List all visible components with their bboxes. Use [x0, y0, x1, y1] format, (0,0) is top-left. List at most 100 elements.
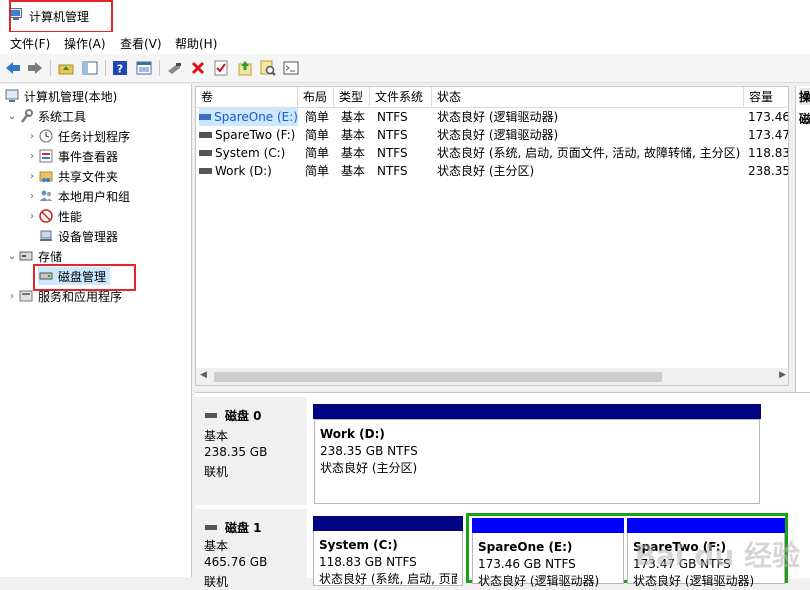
table-row[interactable]: Work (D:) 简单 基本 NTFS 状态良好 (主分区) 238.35	[196, 162, 788, 180]
disk-0-info[interactable]: 磁盘 0 基本 238.35 GB 联机	[195, 397, 307, 505]
volume-status: 状态良好 (主分区)	[320, 461, 418, 475]
up-folder-icon[interactable]	[57, 59, 75, 77]
volume-block-e[interactable]: SpareOne (E:) 173.46 GB NTFS 状态良好 (逻辑驱动器…	[472, 518, 624, 588]
volume-status: 状态良好 (逻辑驱动器)	[478, 574, 600, 588]
type-cell: 基本	[341, 110, 366, 124]
primary-partition-bar	[313, 404, 761, 419]
volume-status: 状态良好 (逻辑驱动器)	[633, 574, 755, 588]
help-icon[interactable]: ?	[111, 59, 129, 77]
connect-icon[interactable]	[165, 59, 183, 77]
tree-label: 系统工具	[38, 109, 87, 124]
scroll-right-icon[interactable]: ▶	[779, 370, 786, 380]
computer-management-icon	[4, 88, 20, 104]
tree-item-disk-management[interactable]: 磁盘管理	[38, 267, 111, 285]
menu-view[interactable]: 查看(V)	[120, 35, 162, 52]
volume-size: 173.46 GB NTFS	[478, 557, 576, 571]
chevron-right-icon[interactable]: ›	[26, 191, 38, 202]
disk-size: 238.35 GB	[204, 445, 268, 459]
volume-block-c[interactable]: System (C:) 118.83 GB NTFS 状态良好 (系统, 启动,…	[313, 516, 463, 586]
table-row[interactable]: SpareTwo (F:) 简单 基本 NTFS 状态良好 (逻辑驱动器) 17…	[196, 126, 788, 144]
menu-action[interactable]: 操作(A)	[64, 35, 106, 52]
menu-help[interactable]: 帮助(H)	[175, 35, 217, 52]
tree-label: 服务和应用程序	[38, 289, 123, 304]
disk-type: 基本	[204, 429, 229, 443]
chevron-right-icon[interactable]: ›	[26, 171, 38, 182]
disk-size: 465.76 GB	[204, 555, 268, 569]
logical-drive-bar	[472, 518, 624, 533]
column-capacity[interactable]: 容量	[744, 87, 788, 107]
tree-item-root[interactable]: 计算机管理(本地)	[4, 87, 117, 105]
tree-label: 共享文件夹	[58, 169, 119, 184]
layout-cell: 简单	[305, 110, 330, 124]
disk-1-info[interactable]: 磁盘 1 基本 465.76 GB 联机	[195, 509, 307, 589]
users-icon	[38, 188, 54, 204]
volume-name: Work (D:)	[320, 427, 385, 441]
tree-label: 事件查看器	[58, 149, 119, 164]
volume-body: System (C:) 118.83 GB NTFS 状态良好 (系统, 启动,…	[313, 531, 463, 586]
primary-partition-bar	[313, 516, 463, 531]
tree-item-performance[interactable]: › 性能	[26, 207, 82, 225]
disk-name: 磁盘 0	[225, 409, 262, 423]
tree-label: 磁盘管理	[58, 269, 107, 284]
table-row[interactable]: System (C:) 简单 基本 NTFS 状态良好 (系统, 启动, 页面文…	[196, 144, 788, 162]
type-cell: 基本	[341, 164, 366, 178]
filesystem-cell: NTFS	[377, 110, 408, 124]
event-viewer-icon	[38, 148, 54, 164]
status-cell: 状态良好 (逻辑驱动器)	[437, 128, 559, 142]
console-icon[interactable]	[282, 59, 300, 77]
action-pane-header: 操	[799, 88, 810, 105]
volume-block-f[interactable]: SpareTwo (F:) 173.47 GB NTFS 状态良好 (逻辑驱动器…	[627, 518, 785, 588]
back-icon[interactable]	[4, 59, 22, 77]
layout-cell: 简单	[305, 164, 330, 178]
search-icon[interactable]	[259, 59, 277, 77]
column-status[interactable]: 状态	[432, 87, 744, 107]
chevron-down-icon[interactable]: ⌄	[6, 111, 18, 122]
chevron-right-icon[interactable]: ›	[26, 151, 38, 162]
disk-status: 联机	[204, 465, 229, 479]
column-filesystem[interactable]: 文件系统	[370, 87, 432, 107]
volume-name: System (C:)	[319, 538, 398, 552]
tree-item-system-tools[interactable]: ⌄ 系统工具	[6, 107, 86, 125]
volume-icon	[199, 114, 212, 120]
tree-label: 性能	[58, 209, 83, 224]
horizontal-scrollbar[interactable]: ◀ ▶	[196, 368, 788, 385]
column-type[interactable]: 类型	[334, 87, 370, 107]
column-volume[interactable]: 卷	[196, 87, 298, 107]
chevron-right-icon[interactable]: ›	[26, 211, 38, 222]
volume-block-d[interactable]: Work (D:) 238.35 GB NTFS 状态良好 (主分区)	[313, 404, 761, 504]
tree-item-event-viewer[interactable]: › 事件查看器	[26, 147, 118, 165]
toolbar-separator	[50, 60, 51, 76]
logical-drive-bar	[627, 518, 785, 533]
clock-icon	[38, 128, 54, 144]
status-cell: 状态良好 (逻辑驱动器)	[437, 110, 559, 124]
chevron-down-icon[interactable]: ⌄	[6, 251, 18, 262]
tree-item-shared-folders[interactable]: › 共享文件夹	[26, 167, 118, 185]
forward-icon[interactable]	[26, 59, 44, 77]
table-row[interactable]: SpareOne (E:) 简单 基本 NTFS 状态良好 (逻辑驱动器) 17…	[196, 108, 788, 126]
toolbar-separator	[159, 60, 160, 76]
filesystem-cell: NTFS	[377, 128, 408, 142]
extended-partition: SpareOne (E:) 173.46 GB NTFS 状态良好 (逻辑驱动器…	[466, 513, 788, 588]
volume-cell: SpareOne (E:)	[199, 108, 298, 126]
action-pane-item[interactable]: 磁	[799, 110, 810, 127]
scrollbar-thumb[interactable]	[214, 372, 662, 382]
export-icon[interactable]	[236, 59, 254, 77]
capacity-cell: 118.83	[748, 146, 788, 160]
scroll-left-icon[interactable]: ◀	[200, 370, 207, 380]
chevron-right-icon[interactable]: ›	[26, 131, 38, 142]
check-icon[interactable]	[212, 59, 230, 77]
properties-icon[interactable]	[135, 59, 153, 77]
tree-label: 计算机管理(本地)	[24, 89, 118, 104]
tree-item-task-scheduler[interactable]: › 任务计划程序	[26, 127, 130, 145]
chevron-right-icon[interactable]: ›	[6, 291, 18, 302]
tree-label: 任务计划程序	[58, 129, 131, 144]
column-layout[interactable]: 布局	[298, 87, 334, 107]
tree-item-device-manager[interactable]: 设备管理器	[38, 227, 118, 245]
menu-file[interactable]: 文件(F)	[10, 35, 50, 52]
tree-item-local-users[interactable]: › 本地用户和组	[26, 187, 130, 205]
tree-item-storage[interactable]: ⌄ 存储	[6, 247, 62, 265]
volume-icon	[199, 168, 212, 174]
tree-item-services-apps[interactable]: › 服务和应用程序	[6, 287, 122, 305]
show-tree-icon[interactable]	[81, 59, 99, 77]
delete-icon[interactable]	[189, 59, 207, 77]
